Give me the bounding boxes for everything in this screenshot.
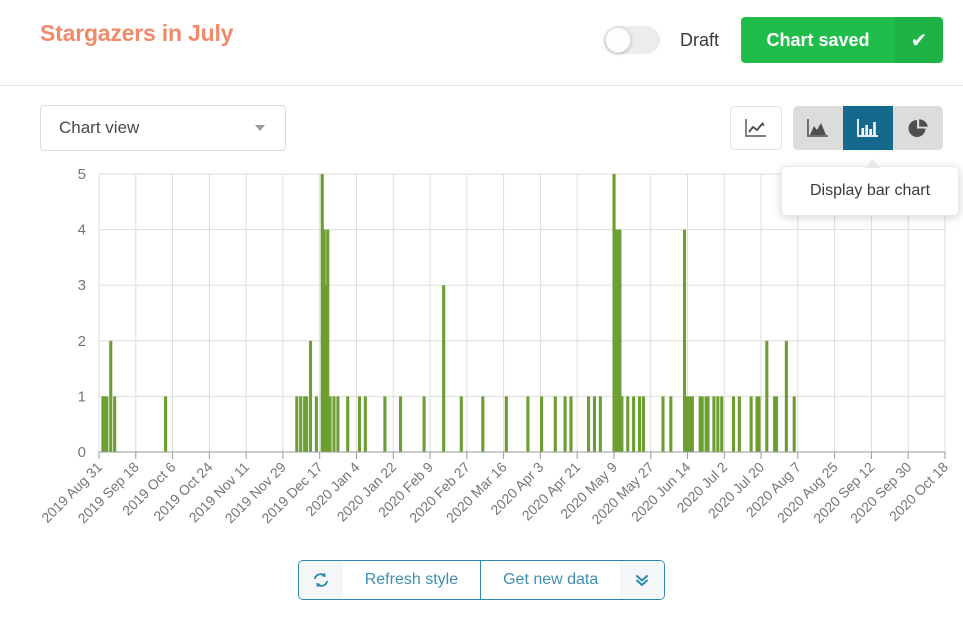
refresh-style-button[interactable]: Refresh style (343, 561, 480, 599)
bar[interactable] (661, 396, 664, 452)
bar[interactable] (164, 396, 167, 452)
double-chevron-down-icon[interactable] (620, 561, 664, 599)
bar[interactable] (632, 396, 635, 452)
bar-chart-icon (857, 118, 879, 138)
bar[interactable] (315, 396, 318, 452)
bar[interactable] (481, 396, 484, 452)
header-actions: Draft Chart saved ✔ (604, 17, 943, 63)
bar[interactable] (305, 396, 308, 452)
bar[interactable] (716, 396, 719, 452)
bar[interactable] (701, 396, 704, 452)
get-new-data-button[interactable]: Get new data (481, 561, 620, 599)
bar[interactable] (460, 396, 463, 452)
bar[interactable] (691, 396, 694, 452)
bar-chart-tooltip: Display bar chart (781, 166, 959, 216)
bar[interactable] (593, 396, 596, 452)
y-tick-label: 5 (78, 166, 86, 183)
bar[interactable] (364, 396, 367, 452)
bar[interactable] (738, 396, 741, 452)
y-tick-label: 4 (78, 222, 86, 239)
bar[interactable] (775, 396, 778, 452)
tooltip-text: Display bar chart (810, 182, 930, 200)
bar[interactable] (105, 396, 108, 452)
page-title: Stargazers in July (40, 20, 233, 47)
chart-saved-button[interactable]: Chart saved ✔ (741, 17, 943, 63)
chevron-down-icon (255, 125, 265, 131)
bar[interactable] (587, 396, 590, 452)
area-chart-button[interactable] (793, 106, 843, 150)
area-chart-icon (807, 118, 829, 138)
bar[interactable] (564, 396, 567, 452)
chart-view-dropdown[interactable]: Chart view (40, 105, 286, 151)
footer-button-group: Refresh style Get new data (298, 560, 666, 600)
bar-chart-button[interactable] (843, 106, 893, 150)
bar-series (101, 174, 795, 452)
bar[interactable] (109, 341, 112, 452)
bar[interactable] (793, 396, 796, 452)
bar[interactable] (750, 396, 753, 452)
page-header: Stargazers in July Draft Chart saved ✔ (0, 0, 963, 86)
chart-footer: Refresh style Get new data (0, 560, 963, 616)
chart-editor-page: Stargazers in July Draft Chart saved ✔ C… (0, 0, 963, 627)
chart-toolbar: Chart view (0, 86, 963, 152)
bar[interactable] (599, 396, 602, 452)
line-chart-button[interactable] (730, 106, 782, 150)
bar[interactable] (785, 341, 788, 452)
checkmark-icon: ✔ (895, 17, 943, 63)
bar[interactable] (358, 396, 361, 452)
chart-type-button-group (730, 106, 943, 150)
bar[interactable] (540, 396, 543, 452)
bar[interactable] (757, 396, 760, 452)
bar[interactable] (505, 396, 508, 452)
draft-label: Draft (680, 30, 719, 51)
bar[interactable] (526, 396, 529, 452)
y-tick-label: 3 (78, 277, 86, 294)
chart-saved-label: Chart saved (741, 17, 895, 63)
line-chart-icon (745, 118, 767, 138)
draft-toggle-knob (605, 27, 631, 53)
bar[interactable] (332, 396, 335, 452)
y-tick-label: 2 (78, 333, 86, 350)
bar[interactable] (336, 396, 339, 452)
bar[interactable] (569, 396, 572, 452)
bar[interactable] (732, 396, 735, 452)
bar[interactable] (642, 396, 645, 452)
bar[interactable] (720, 396, 723, 452)
bar[interactable] (113, 396, 116, 452)
bar[interactable] (442, 285, 445, 452)
refresh-icon[interactable] (299, 561, 343, 599)
bar[interactable] (295, 396, 298, 452)
bar[interactable] (706, 396, 709, 452)
bar[interactable] (765, 341, 768, 452)
bar[interactable] (399, 396, 402, 452)
y-tick-label: 0 (78, 444, 86, 461)
draft-toggle[interactable] (604, 26, 660, 54)
bar[interactable] (329, 396, 332, 452)
bar[interactable] (620, 396, 623, 452)
bar[interactable] (638, 396, 641, 452)
bar[interactable] (299, 396, 302, 452)
chart-view-label: Chart view (41, 118, 255, 138)
bar[interactable] (309, 341, 312, 452)
bar[interactable] (712, 396, 715, 452)
bar[interactable] (554, 396, 557, 452)
bar[interactable] (423, 396, 426, 452)
y-tick-label: 1 (78, 388, 86, 405)
bar[interactable] (669, 396, 672, 452)
bar[interactable] (383, 396, 386, 452)
pie-chart-button[interactable] (893, 106, 943, 150)
bar[interactable] (346, 396, 349, 452)
bar[interactable] (626, 396, 629, 452)
pie-chart-icon (907, 118, 929, 139)
